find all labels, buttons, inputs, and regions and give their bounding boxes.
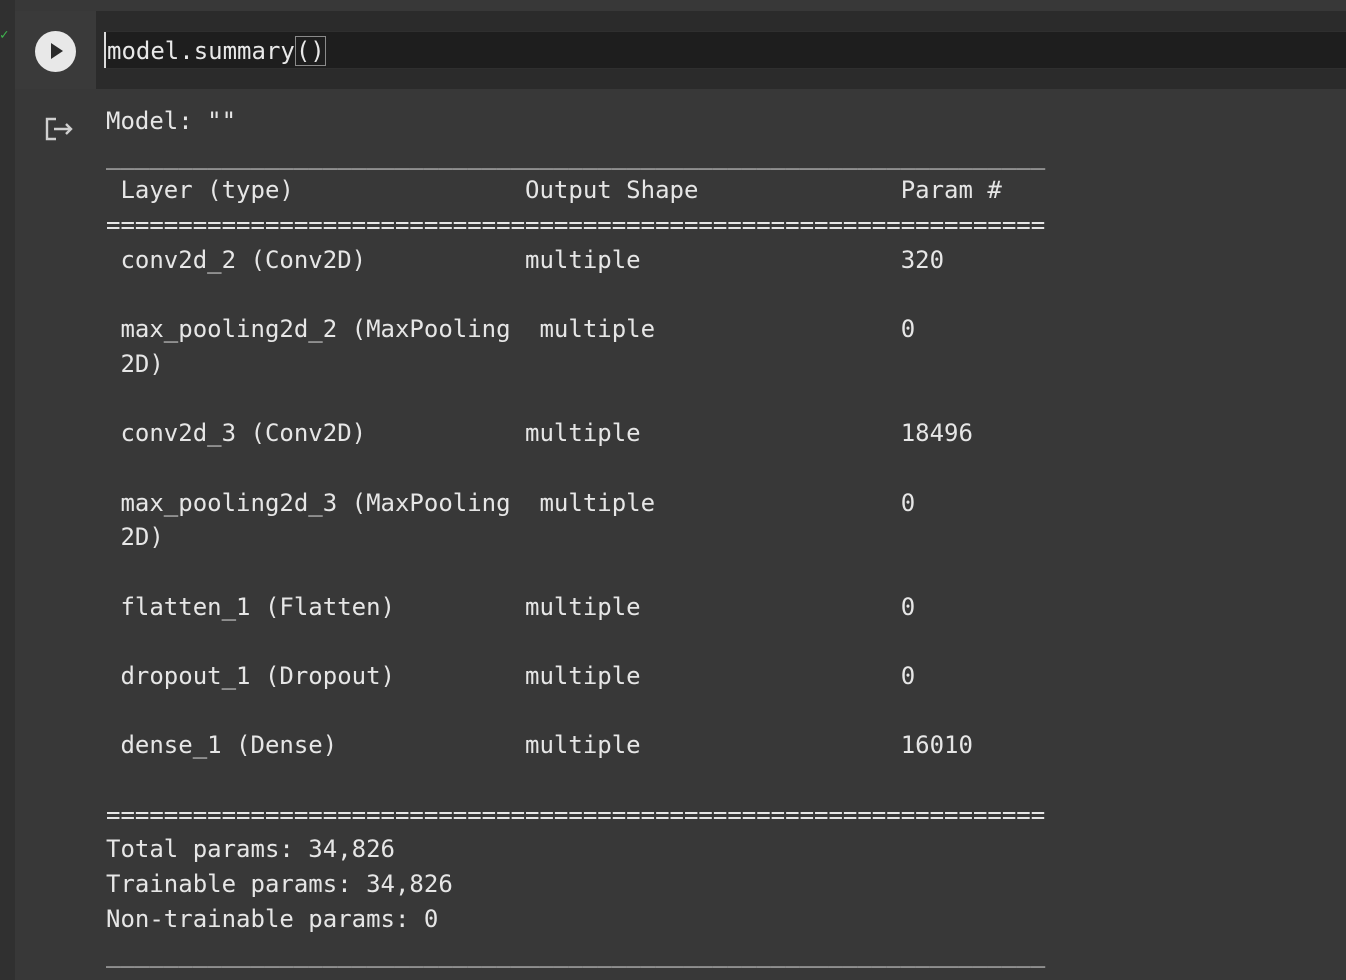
code-line: model.summary() bbox=[107, 35, 326, 67]
run-gutter bbox=[15, 11, 96, 89]
summary-line: ========================================… bbox=[106, 800, 1046, 829]
summary-line: ________________________________________… bbox=[106, 141, 1046, 170]
output-arrow-icon[interactable] bbox=[45, 115, 75, 143]
code-cell[interactable]: model.summary() bbox=[15, 11, 1346, 89]
summary-line: Total params: 34,826 bbox=[106, 835, 395, 864]
summary-line: Non-trainable params: 0 bbox=[106, 904, 439, 933]
summary-line bbox=[106, 763, 1045, 798]
run-cell-button[interactable] bbox=[35, 31, 76, 72]
checkmark-icon: ✓ bbox=[0, 27, 9, 43]
code-editor[interactable]: model.summary() bbox=[104, 31, 1346, 69]
summary-line bbox=[106, 624, 1045, 659]
text-cursor bbox=[104, 32, 106, 68]
summary-line: 2D) bbox=[106, 349, 164, 378]
summary-line: dense_1 (Dense) multiple 16010 bbox=[106, 731, 973, 760]
summary-line: max_pooling2d_2 (MaxPooling multiple 0 bbox=[106, 315, 916, 344]
summary-line bbox=[106, 694, 1045, 729]
code-text: model.summary bbox=[107, 37, 295, 65]
summary-line: conv2d_3 (Conv2D) multiple 18496 bbox=[106, 419, 973, 448]
summary-line bbox=[106, 277, 1045, 312]
matched-parens: () bbox=[294, 36, 326, 66]
summary-line: flatten_1 (Flatten) multiple 0 bbox=[106, 592, 916, 621]
notebook-page: ✓ model.summary() Model: "" _____________… bbox=[0, 0, 1346, 980]
summary-line bbox=[106, 382, 1045, 417]
summary-line bbox=[106, 451, 1045, 486]
summary-line: Model: "" bbox=[106, 107, 237, 135]
summary-line: max_pooling2d_3 (MaxPooling multiple 0 bbox=[106, 488, 916, 517]
cell-output: Model: "" _______________________________… bbox=[15, 89, 1346, 980]
model-summary-text: Model: "" _______________________________… bbox=[106, 104, 1045, 971]
summary-line bbox=[106, 555, 1045, 590]
summary-line: ________________________________________… bbox=[106, 939, 1046, 968]
summary-line: Trainable params: 34,826 bbox=[106, 870, 453, 899]
summary-line: ========================================… bbox=[106, 211, 1046, 240]
summary-line: Layer (type) Output Shape Param # bbox=[106, 176, 1002, 205]
summary-line: dropout_1 (Dropout) multiple 0 bbox=[106, 662, 916, 690]
summary-line: 2D) bbox=[106, 523, 164, 552]
cell-status-strip: ✓ bbox=[0, 0, 15, 980]
summary-line: conv2d_2 (Conv2D) multiple 320 bbox=[106, 245, 945, 274]
